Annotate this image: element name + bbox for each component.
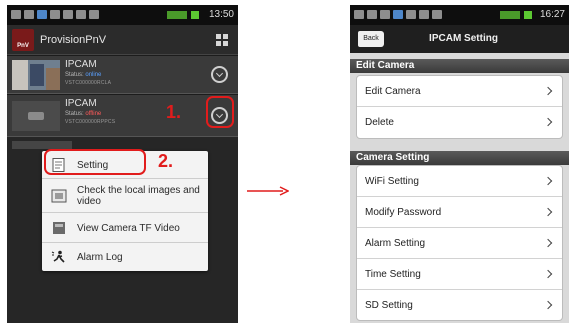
status-label: Status: [65,111,84,117]
chevron-right-icon [543,176,553,186]
highlight-options-button [206,96,234,128]
notification-icon [393,10,403,19]
settings-row-modify-password[interactable]: Modify Password [357,197,562,228]
settings-row-sd[interactable]: SD Setting [357,290,562,321]
notification-icon [37,10,47,19]
menu-item-label: Check the local images and video [77,185,200,207]
chevron-right-icon [543,269,553,279]
film-icon [51,189,67,203]
camera-options-icon[interactable] [211,66,228,83]
row-label: Time Setting [365,269,421,280]
arrow-right-icon [247,186,289,196]
dimmed-list-item [12,141,72,149]
notification-icon [367,10,377,19]
menu-item-tf-video[interactable]: View Camera TF Video [42,213,208,243]
chevron-right-icon [543,86,553,96]
chevron-right-icon [543,117,553,127]
battery-icon [524,11,532,19]
camera-list-item[interactable]: IPCAM Status: offline VSTC000000RPPCS [7,95,238,137]
status-label: Status: [65,72,84,78]
camera-setting-group: WiFi Setting Modify Password Alarm Setti… [356,165,563,321]
status-time: 13:50 [208,9,234,20]
notification-icon [11,10,21,19]
row-label: Edit Camera [365,86,421,97]
menu-item-label: Alarm Log [77,252,123,263]
battery-icon [191,11,199,19]
settings-row-edit-camera[interactable]: Edit Camera [357,76,562,107]
right-phone-screen: 16:27 Back IPCAM Setting Edit Camera Edi… [350,5,569,323]
camera-list-item[interactable]: IPCAM Status: online VSTC000000RCLA [7,56,238,94]
row-label: Delete [365,117,394,128]
chevron-right-icon [543,207,553,217]
camera-thumbnail [12,101,60,131]
settings-row-time[interactable]: Time Setting [357,259,562,290]
notification-icon [76,10,86,19]
card-icon [51,221,67,235]
chevron-right-icon [543,300,553,310]
page-title: IPCAM Setting [429,33,498,44]
notification-icon [380,10,390,19]
app-title: ProvisionPnV [40,34,107,46]
logo-text: PnV [17,43,29,49]
camera-name: IPCAM [65,59,97,70]
camera-id: VSTC000000RCLA [65,80,112,86]
menu-item-local-media[interactable]: Check the local images and video [42,179,208,213]
status-value: offline [85,111,102,117]
signal-icon [167,11,187,19]
row-label: Modify Password [365,207,442,218]
section-header-camera-setting: Camera Setting [350,151,569,165]
notification-icon [406,10,416,19]
notification-icon [50,10,60,19]
app-logo[interactable]: PnV [12,29,34,51]
notification-icon [89,10,99,19]
camera-status: Status: offline [65,111,101,117]
settings-row-alarm[interactable]: Alarm Setting [357,228,562,259]
signal-icon [500,11,520,19]
row-label: Alarm Setting [365,238,426,249]
settings-row-delete[interactable]: Delete [357,107,562,138]
camera-name: IPCAM [65,98,97,109]
camera-id: VSTC000000RPPCS [65,119,116,125]
settings-row-wifi[interactable]: WiFi Setting [357,166,562,197]
menu-item-alarm-log[interactable]: Alarm Log [42,243,208,271]
notification-icon [24,10,34,19]
app-header: PnV ProvisionPnV [7,25,238,55]
section-header-edit-camera: Edit Camera [350,59,569,73]
status-time: 16:27 [539,9,565,20]
grid-menu-icon[interactable] [216,34,228,46]
notification-icon [432,10,442,19]
step-2-label: 2. [158,151,174,171]
status-bar: 13:50 [7,5,238,25]
status-value: online [85,72,102,78]
notification-icon [419,10,429,19]
edit-camera-group: Edit Camera Delete [356,75,563,139]
step-1-label: 1. [166,102,182,122]
camera-thumbnail [12,60,60,90]
row-label: WiFi Setting [365,176,419,187]
alarm-running-icon [51,250,67,264]
notification-icon [354,10,364,19]
chevron-right-icon [543,238,553,248]
highlight-setting-item [44,149,146,175]
menu-item-label: View Camera TF Video [77,223,180,234]
camera-status: Status: online [65,72,101,78]
notification-icon [63,10,73,19]
settings-header: Back IPCAM Setting [350,25,569,53]
row-label: SD Setting [365,300,413,311]
status-bar: 16:27 [350,5,569,25]
